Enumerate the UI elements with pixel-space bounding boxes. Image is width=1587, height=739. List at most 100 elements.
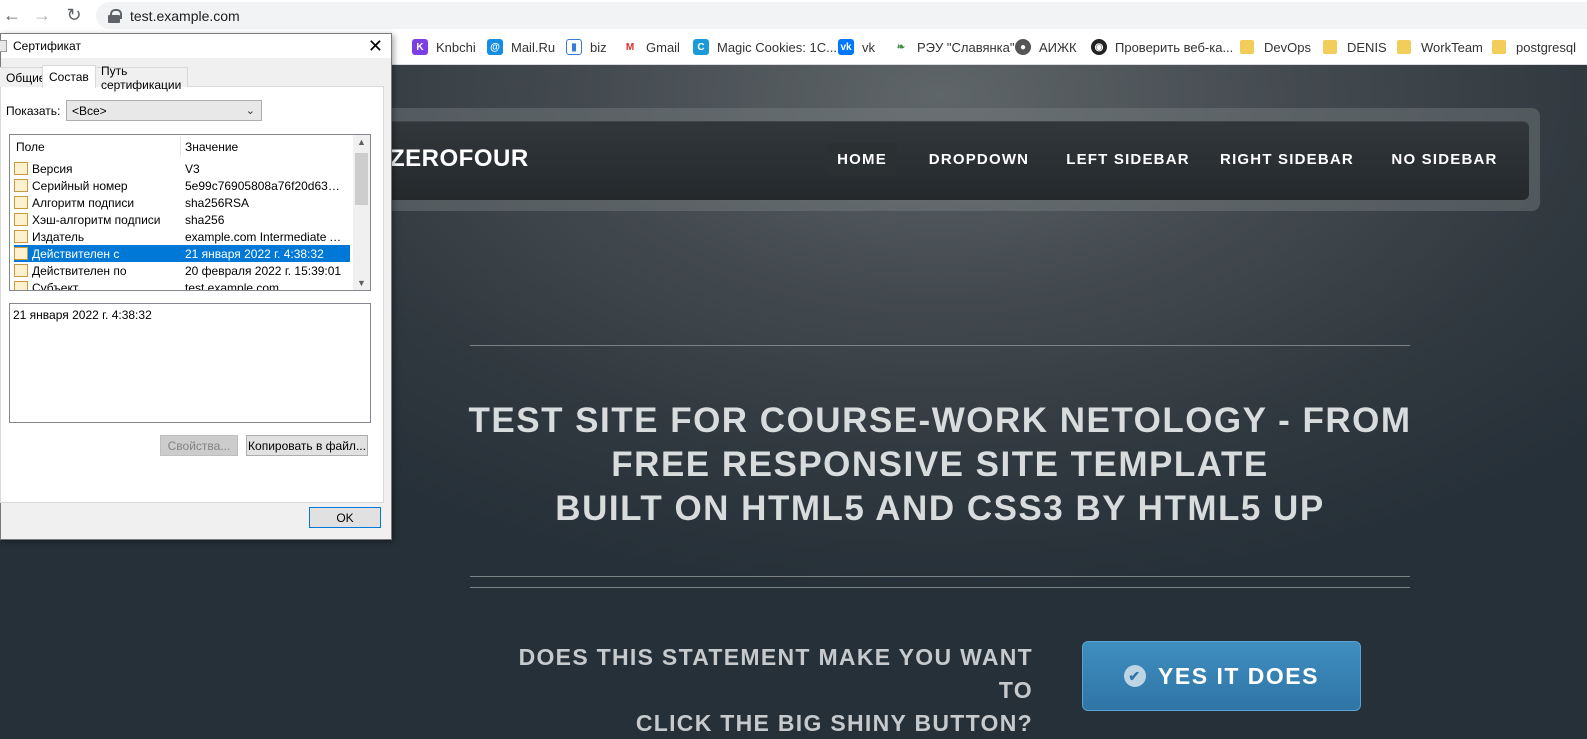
bookmark-gmail[interactable]: M Gmail bbox=[622, 31, 680, 63]
nav-left-sidebar[interactable]: LEFT SIDEBAR bbox=[1063, 143, 1193, 176]
forward-arrow-icon[interactable]: → bbox=[30, 3, 54, 27]
bookmark-label: Knbchi bbox=[436, 39, 476, 55]
field-icon bbox=[14, 281, 28, 290]
field-value: 5e99c76905808a76f20d63e94... bbox=[185, 178, 345, 193]
field-name: Издатель bbox=[32, 229, 85, 244]
bookmark-knbchi[interactable]: K Knbchi bbox=[412, 31, 476, 63]
field-name: Серийный номер bbox=[32, 178, 128, 193]
bookmark-folder-postgresql[interactable]: postgresql bbox=[1492, 31, 1576, 63]
list-item[interactable]: Издатель example.com Intermediate Au... bbox=[14, 228, 350, 245]
browser-toolbar: ← → ↻ test.example.com bbox=[0, 0, 1587, 31]
bookmark-reu[interactable]: ❧ РЭУ "Славянка" bbox=[893, 31, 1015, 63]
folder-icon bbox=[1240, 40, 1254, 54]
bookmark-folder-workteam[interactable]: WorkTeam bbox=[1397, 31, 1483, 63]
folder-icon bbox=[1492, 40, 1506, 54]
field-icon bbox=[14, 196, 28, 209]
address-bar[interactable]: test.example.com bbox=[96, 2, 1587, 29]
divider bbox=[470, 345, 1410, 346]
show-select-value: <Все> bbox=[72, 103, 107, 118]
bookmark-vk[interactable]: vk vk bbox=[838, 31, 875, 63]
bookmark-webcam-check[interactable]: ◉ Проверить веб-ка... bbox=[1091, 31, 1233, 63]
value-detail-box[interactable]: 21 января 2022 г. 4:38:32 bbox=[9, 303, 371, 423]
yes-it-does-button[interactable]: ✔ YES IT DOES bbox=[1082, 641, 1361, 711]
field-icon bbox=[14, 264, 28, 277]
field-name: Действителен по bbox=[32, 263, 127, 278]
nav-dropdown[interactable]: DROPDOWN bbox=[920, 143, 1038, 176]
list-item[interactable]: Действителен по 20 февраля 2022 г. 15:39:… bbox=[14, 262, 350, 279]
bookmark-folder-denis[interactable]: DENIS bbox=[1323, 31, 1387, 63]
folder-icon bbox=[1397, 40, 1411, 54]
scroll-up-icon[interactable]: ▲ bbox=[357, 137, 366, 147]
cta-statement: DOES THIS STATEMENT MAKE YOU WANT TO CLI… bbox=[480, 641, 1033, 739]
list-item[interactable]: Хэш-алгоритм подписи sha256 bbox=[14, 211, 350, 228]
tab-certification-path[interactable]: Путь сертификации bbox=[94, 64, 189, 92]
field-value: sha256RSA bbox=[185, 195, 250, 210]
field-value: V3 bbox=[185, 161, 200, 176]
column-separator[interactable] bbox=[180, 137, 181, 157]
bookmark-label: АИЖК bbox=[1039, 39, 1077, 55]
site-logo[interactable]: ZEROFOUR bbox=[390, 145, 529, 173]
field-name: Версия bbox=[32, 161, 73, 176]
hero-line: TEST SITE FOR COURSE-WORK NETOLOGY - FRO… bbox=[468, 401, 1412, 440]
bookmark-magic-cookies[interactable]: C Magic Cookies: 1C... bbox=[693, 31, 837, 63]
close-icon[interactable]: ✕ bbox=[368, 36, 383, 56]
list-item[interactable]: Версия V3 bbox=[14, 160, 350, 177]
url-text: test.example.com bbox=[130, 7, 240, 24]
bookmark-label: Проверить веб-ка... bbox=[1115, 39, 1234, 55]
bookmark-folder-devops[interactable]: DevOps bbox=[1240, 31, 1311, 63]
dialog-title-bar[interactable]: Сертификат ✕ bbox=[0, 34, 391, 58]
list-item[interactable]: Серийный номер 5e99c76905808a76f20d63e94.… bbox=[14, 177, 350, 194]
scroll-down-icon[interactable]: ▼ bbox=[357, 278, 366, 288]
show-select[interactable]: <Все> ⌄ bbox=[66, 100, 262, 121]
field-name: Алгоритм подписи bbox=[32, 195, 135, 210]
vk-icon: vk bbox=[838, 39, 854, 55]
bookmark-label: РЭУ "Славянка" bbox=[917, 39, 1015, 55]
column-header-value[interactable]: Значение bbox=[185, 135, 238, 159]
bookmark-label: WorkTeam bbox=[1421, 39, 1483, 55]
bookmark-aizhk[interactable]: ● АИЖК bbox=[1015, 31, 1077, 63]
hero-heading: TEST SITE FOR COURSE-WORK NETOLOGY - FRO… bbox=[440, 399, 1440, 531]
bookmark-label: DENIS bbox=[1347, 39, 1387, 55]
field-icon bbox=[14, 213, 28, 226]
bookmark-label: vk bbox=[862, 39, 875, 55]
field-icon bbox=[14, 179, 28, 192]
bookmark-label: Mail.Ru bbox=[511, 39, 556, 55]
bookmark-label: Gmail bbox=[646, 39, 680, 55]
bookmark-label: biz bbox=[590, 39, 607, 55]
divider bbox=[470, 576, 1410, 577]
certificate-dialog: Сертификат ✕ Общие Состав Путь сертифика… bbox=[0, 33, 392, 540]
vertical-scrollbar[interactable]: ▲ ▼ bbox=[353, 135, 370, 290]
fields-list[interactable]: Поле Значение Версия V3 Серийный номер 5e9… bbox=[9, 134, 371, 291]
column-header-field[interactable]: Поле bbox=[16, 135, 45, 159]
ok-button[interactable]: OK bbox=[309, 507, 381, 528]
list-item[interactable]: Алгоритм подписи sha256RSA bbox=[14, 194, 350, 211]
folder-icon bbox=[1323, 40, 1337, 54]
tab-details[interactable]: Состав bbox=[42, 65, 96, 88]
bookmark-biz[interactable]: ▮ biz bbox=[566, 31, 607, 63]
nav-right-sidebar[interactable]: RIGHT SIDEBAR bbox=[1217, 143, 1357, 176]
field-name: Субъект bbox=[32, 280, 79, 291]
copy-to-file-button[interactable]: Копировать в файл... bbox=[246, 435, 368, 456]
scroll-thumb[interactable] bbox=[355, 153, 368, 205]
k-icon: K bbox=[412, 39, 428, 55]
list-item-selected[interactable]: Действителен с 21 января 2022 г. 4:38:32 bbox=[14, 245, 350, 262]
field-icon bbox=[14, 230, 28, 243]
checkmark-icon: ✔ bbox=[1124, 665, 1147, 687]
properties-button[interactable]: Свойства... bbox=[160, 435, 238, 456]
bookmark-label: Magic Cookies: 1C... bbox=[717, 39, 837, 55]
field-icon bbox=[14, 162, 28, 175]
bookmark-label: DevOps bbox=[1264, 39, 1311, 55]
certificate-icon bbox=[0, 40, 7, 52]
list-item[interactable]: Субъект test.example.com bbox=[14, 279, 350, 291]
cta-button-label: YES IT DOES bbox=[1158, 662, 1319, 689]
lock-icon[interactable] bbox=[108, 8, 122, 23]
reload-icon[interactable]: ↻ bbox=[62, 3, 86, 27]
field-name: Действителен с bbox=[32, 246, 120, 261]
dialog-title: Сертификат bbox=[13, 39, 81, 53]
nav-no-sidebar[interactable]: NO SIDEBAR bbox=[1382, 143, 1507, 176]
cookie-icon: C bbox=[693, 39, 709, 55]
bookmark-mailru[interactable]: @ Mail.Ru bbox=[487, 31, 555, 63]
field-value: example.com Intermediate Au... bbox=[185, 229, 345, 244]
back-arrow-icon[interactable]: ← bbox=[0, 3, 24, 27]
nav-home[interactable]: HOME bbox=[827, 143, 897, 176]
